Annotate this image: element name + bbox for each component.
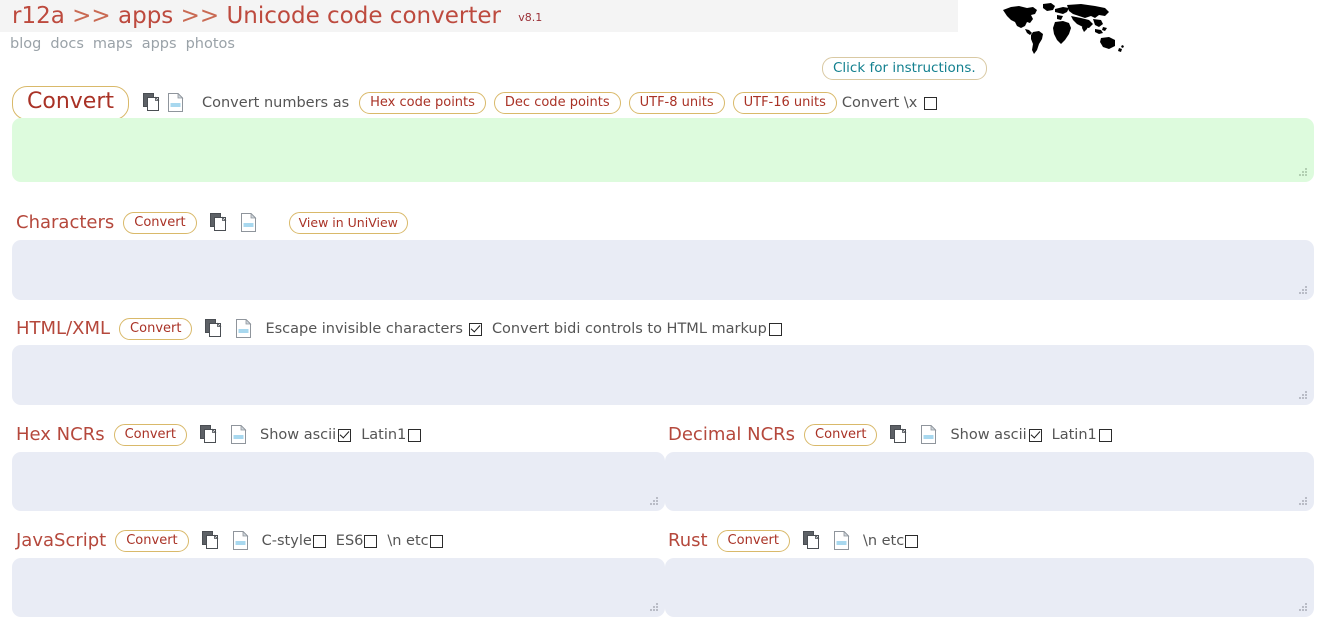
- format-option-utf8-units[interactable]: UTF-8 units: [628, 92, 725, 114]
- input-controls-row: Convert Convert numbers as Hex code poin…: [12, 86, 940, 120]
- javascript-newline-checkbox[interactable]: [429, 534, 443, 548]
- title-mid: apps: [118, 3, 174, 29]
- rust-textarea-resize-grip[interactable]: [1299, 603, 1309, 613]
- nav-link-blog[interactable]: blog: [10, 36, 41, 52]
- hex-ncrs-controls-row: Hex NCRs Convert Show ascii Latin1: [16, 424, 424, 446]
- input-convert-button[interactable]: Convert: [12, 86, 129, 120]
- convert-backslash-x-label: Convert \x: [841, 95, 918, 111]
- convert-bidi-checkbox[interactable]: [768, 322, 782, 336]
- input-textarea-resize-grip[interactable]: [1299, 168, 1309, 178]
- page-title: r12a >> apps >> Unicode code converter v…: [12, 2, 542, 32]
- copy-icon[interactable]: [205, 319, 223, 339]
- clear-page-icon[interactable]: [235, 319, 253, 339]
- characters-convert-button[interactable]: Convert: [123, 212, 197, 234]
- htmlxml-textarea[interactable]: [12, 345, 1314, 405]
- copy-icon[interactable]: [200, 425, 218, 445]
- hex-ncrs-convert-button[interactable]: Convert: [113, 424, 187, 446]
- clear-page-icon[interactable]: [167, 93, 185, 113]
- rust-controls-row: Rust Convert \n etc: [668, 530, 921, 552]
- decimal-ncrs-controls-row: Decimal NCRs Convert Show ascii Latin1: [668, 424, 1115, 446]
- format-option-hex-code-points[interactable]: Hex code points: [359, 92, 486, 114]
- clear-page-icon[interactable]: [920, 425, 938, 445]
- clear-page-icon[interactable]: [232, 531, 250, 551]
- javascript-cstyle-checkbox[interactable]: [312, 534, 326, 548]
- clear-page-icon[interactable]: [833, 531, 851, 551]
- convert-bidi-label: Convert bidi controls to HTML markup: [491, 321, 767, 337]
- htmlxml-section-title: HTML/XML: [16, 318, 111, 339]
- convert-numbers-as-label: Convert numbers as: [202, 95, 350, 111]
- javascript-controls-row: JavaScript Convert C-style ES6 \n etc: [16, 530, 446, 552]
- version-label: v8.1: [518, 11, 543, 24]
- title-separator-2: >>: [180, 3, 220, 29]
- escape-invisible-label: Escape invisible characters: [265, 321, 463, 337]
- nav-link-maps[interactable]: maps: [93, 36, 133, 52]
- decimal-ncrs-latin1-checkbox[interactable]: [1098, 428, 1112, 442]
- format-option-utf16-units[interactable]: UTF-16 units: [732, 92, 837, 114]
- characters-textarea-resize-grip[interactable]: [1299, 286, 1309, 296]
- rust-textarea[interactable]: [665, 558, 1314, 617]
- characters-section-title: Characters: [16, 212, 115, 233]
- input-textarea[interactable]: [12, 118, 1314, 182]
- convert-backslash-x-checkbox[interactable]: [924, 96, 938, 110]
- copy-icon[interactable]: [209, 213, 228, 233]
- clear-page-icon[interactable]: [230, 425, 248, 445]
- htmlxml-textarea-resize-grip[interactable]: [1299, 391, 1309, 401]
- javascript-section-title: JavaScript: [16, 530, 107, 551]
- hex-ncrs-show-ascii-label: Show ascii: [260, 427, 337, 443]
- rust-convert-button[interactable]: Convert: [716, 530, 790, 552]
- title-main: Unicode code converter: [226, 3, 501, 29]
- hex-ncrs-textarea-resize-grip[interactable]: [650, 497, 660, 507]
- hex-ncrs-latin1-label: Latin1: [361, 427, 407, 443]
- decimal-ncrs-show-ascii-label: Show ascii: [950, 427, 1027, 443]
- javascript-newline-label: \n etc: [387, 533, 429, 549]
- breadcrumb-nav: blog docs maps apps photos: [10, 36, 244, 52]
- copy-icon[interactable]: [143, 93, 161, 113]
- decimal-ncrs-show-ascii-checkbox[interactable]: [1028, 428, 1042, 442]
- escape-invisible-checkbox[interactable]: [468, 322, 482, 336]
- view-in-uniview-button[interactable]: View in UniView: [288, 212, 408, 234]
- copy-icon[interactable]: [802, 531, 821, 551]
- rust-newline-checkbox[interactable]: [905, 534, 919, 548]
- htmlxml-convert-button[interactable]: Convert: [119, 318, 193, 340]
- rust-newline-label: \n etc: [862, 533, 905, 549]
- copy-icon[interactable]: [890, 425, 908, 445]
- hex-ncrs-section-title: Hex NCRs: [16, 424, 105, 445]
- hex-ncrs-textarea[interactable]: [12, 452, 665, 511]
- characters-textarea[interactable]: [12, 240, 1314, 300]
- nav-link-photos[interactable]: photos: [186, 36, 235, 52]
- instructions-button[interactable]: Click for instructions.: [822, 57, 987, 80]
- decimal-ncrs-convert-button[interactable]: Convert: [804, 424, 878, 446]
- nav-link-apps[interactable]: apps: [142, 36, 177, 52]
- javascript-es6-label: ES6: [335, 533, 364, 549]
- nav-link-docs[interactable]: docs: [50, 36, 84, 52]
- format-option-dec-code-points[interactable]: Dec code points: [493, 92, 621, 114]
- world-map-icon: [997, 2, 1129, 58]
- javascript-es6-checkbox[interactable]: [364, 534, 378, 548]
- hex-ncrs-latin1-checkbox[interactable]: [408, 428, 422, 442]
- copy-icon[interactable]: [201, 531, 220, 551]
- decimal-ncrs-textarea[interactable]: [665, 452, 1314, 511]
- rust-section-title: Rust: [668, 530, 708, 551]
- decimal-ncrs-latin1-label: Latin1: [1051, 427, 1097, 443]
- javascript-cstyle-label: C-style: [261, 533, 312, 549]
- javascript-textarea-resize-grip[interactable]: [650, 603, 660, 613]
- hex-ncrs-show-ascii-checkbox[interactable]: [338, 428, 352, 442]
- javascript-textarea[interactable]: [12, 558, 665, 617]
- title-separator-1: >>: [72, 3, 111, 29]
- characters-controls-row: Characters Convert View in UniView: [16, 212, 408, 234]
- clear-page-icon[interactable]: [240, 213, 258, 233]
- decimal-ncrs-textarea-resize-grip[interactable]: [1299, 497, 1309, 507]
- javascript-convert-button[interactable]: Convert: [115, 530, 189, 552]
- decimal-ncrs-section-title: Decimal NCRs: [668, 424, 796, 445]
- title-prefix: r12a: [12, 3, 65, 29]
- htmlxml-controls-row: HTML/XML Convert Escape invisible charac…: [16, 318, 785, 340]
